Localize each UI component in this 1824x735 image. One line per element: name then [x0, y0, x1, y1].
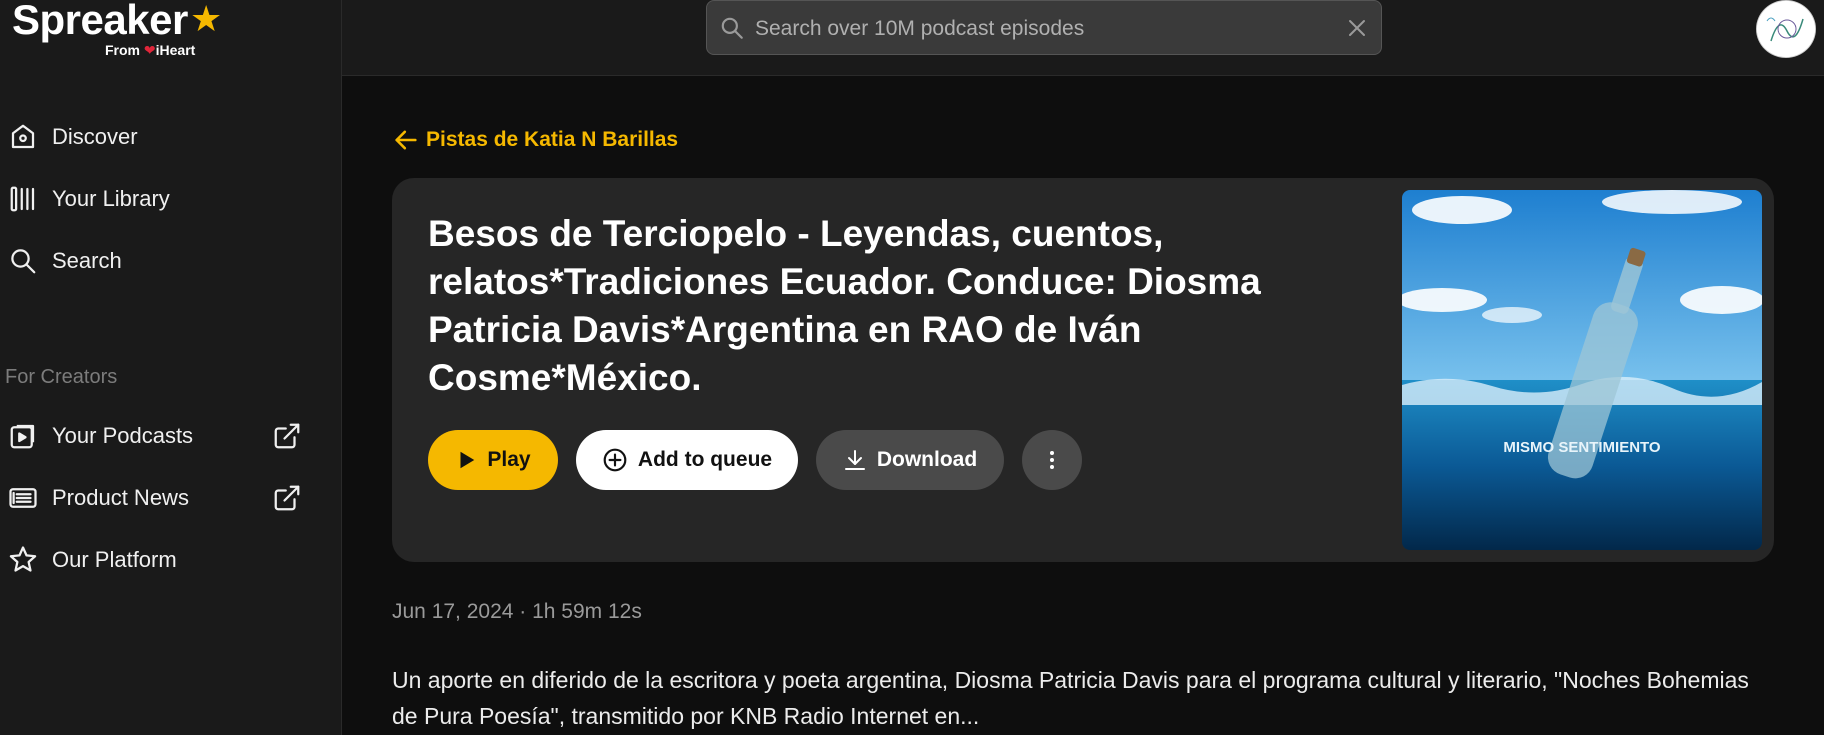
library-icon [6, 182, 40, 216]
search-icon [6, 244, 40, 278]
logo-from-label: From [105, 42, 140, 58]
logo-wordmark: Spreaker [12, 0, 188, 43]
search-input[interactable] [753, 1, 1337, 56]
sidebar-item-label: Search [52, 248, 122, 273]
play-button[interactable]: Play [428, 430, 558, 490]
back-to-tracks-link[interactable]: Pistas de Katia N Barillas [392, 126, 678, 154]
add-to-queue-button[interactable]: Add to queue [576, 430, 798, 490]
episode-cover-image: MISMO SENTIMIENTO [1402, 190, 1762, 550]
bottle-in-sea-image: MISMO SENTIMIENTO [1402, 190, 1762, 550]
search-icon [721, 17, 743, 39]
sidebar-item-label: Our Platform [52, 547, 177, 572]
podcast-icon [6, 419, 40, 453]
for-creators-heading: For Creators [5, 366, 118, 388]
cover-caption: MISMO SENTIMIENTO [1503, 439, 1661, 456]
avatar[interactable] [1756, 0, 1816, 58]
avatar-logo-icon [1757, 1, 1815, 57]
logo-subtitle: From ❤iHeart [105, 42, 195, 59]
search-box [706, 0, 1382, 56]
logo-iheart-label: iHeart [155, 42, 196, 58]
sidebar: Spreaker ★ From ❤iHeart Discover Your Li… [0, 0, 342, 735]
logo-star-icon: ★ [190, 0, 223, 39]
sidebar-item-your-library[interactable]: Your Library [0, 174, 342, 224]
sidebar-item-search[interactable]: Search [0, 236, 342, 286]
episode-title: Besos de Terciopelo - Leyendas, cuentos,… [428, 213, 1261, 398]
episode-card: Besos de Terciopelo - Leyendas, cuentos,… [392, 178, 1774, 562]
episode-description: Un aporte en diferido de la escritora y … [392, 667, 1749, 729]
arrow-left-icon [395, 130, 417, 150]
sidebar-item-discover[interactable]: Discover [0, 112, 342, 162]
close-icon[interactable] [1345, 16, 1369, 40]
external-link-icon [274, 423, 300, 449]
more-vertical-icon [1050, 451, 1054, 469]
sidebar-item-label: Discover [52, 124, 138, 149]
sidebar-item-label: Your Library [52, 186, 170, 211]
more-options-button[interactable] [1022, 430, 1082, 490]
external-link-icon [274, 485, 300, 511]
star-icon [6, 543, 40, 577]
back-link-label: Pistas de Katia N Barillas [426, 128, 679, 151]
download-button-label: Download [876, 448, 978, 471]
main-content: Pistas de Katia N Barillas Besos de Terc… [342, 76, 1824, 735]
sidebar-item-our-platform[interactable]: Our Platform [0, 535, 342, 585]
home-icon [6, 120, 40, 154]
download-icon [844, 450, 865, 470]
sidebar-item-your-podcasts[interactable]: Your Podcasts [0, 411, 342, 461]
sidebar-item-label: Your Podcasts [52, 423, 194, 448]
download-button[interactable]: Download [816, 430, 1004, 490]
top-bar [342, 0, 1824, 76]
add-to-queue-label: Add to queue [637, 448, 773, 471]
plus-circle-icon [603, 448, 627, 472]
sidebar-item-product-news[interactable]: Product News [0, 473, 342, 523]
spreaker-logo[interactable]: Spreaker ★ From ❤iHeart [12, 0, 242, 62]
iheart-icon: ❤ [143, 42, 156, 58]
news-icon [6, 481, 40, 515]
play-icon [460, 451, 475, 469]
sidebar-item-label: Product News [52, 485, 189, 510]
play-button-label: Play [487, 448, 531, 471]
episode-meta: Jun 17, 2024 · 1h 59m 12s [392, 600, 642, 623]
